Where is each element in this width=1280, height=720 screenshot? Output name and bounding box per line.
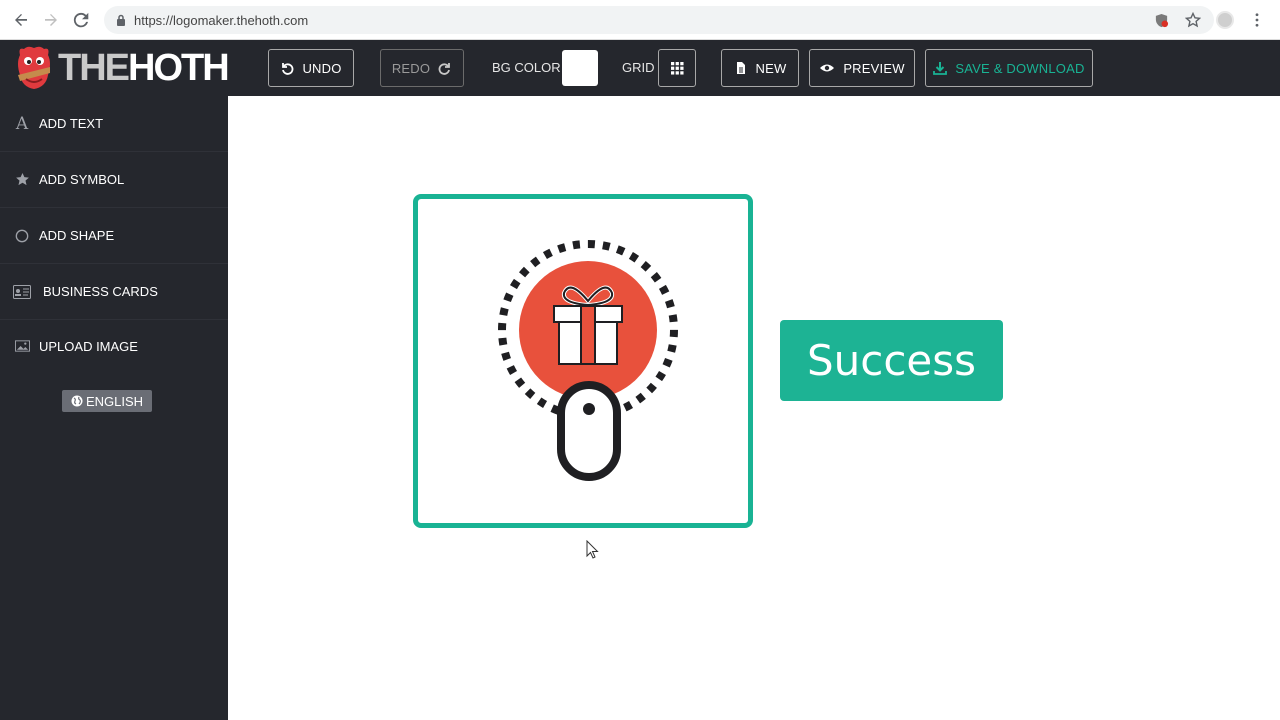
sidebar-item-business-cards[interactable]: BUSINESS CARDS [0, 264, 228, 320]
undo-button[interactable]: UNDO [268, 49, 354, 87]
redo-button[interactable]: REDO [380, 49, 464, 87]
save-download-label: SAVE & DOWNLOAD [955, 60, 1085, 76]
preview-button[interactable]: PREVIEW [809, 49, 915, 87]
thehoth-logo[interactable]: THEHOTH [14, 45, 230, 91]
logo-text-hoth: HOTH [128, 47, 230, 89]
logo-text: THEHOTH [58, 45, 230, 91]
new-button[interactable]: NEW [721, 49, 799, 87]
profile-avatar[interactable] [1216, 11, 1234, 29]
language-selector[interactable]: ENGLISH [62, 390, 152, 412]
logo-text-the: THE [58, 47, 130, 89]
eye-icon [820, 64, 835, 72]
mouse-pointer-icon [586, 540, 599, 559]
app-header: THEHOTH UNDO REDO BG COLOR GRID NEW PREV… [0, 40, 1280, 96]
grid-toggle-button[interactable] [658, 49, 696, 87]
hoth-mascot-icon [18, 46, 50, 89]
circle-outline-icon [13, 227, 31, 245]
back-icon[interactable] [6, 5, 36, 35]
image-icon [13, 337, 31, 355]
forward-icon[interactable] [36, 5, 66, 35]
grid-label: GRID [622, 60, 655, 75]
sidebar-item-add-text[interactable]: A ADD TEXT [0, 96, 228, 152]
url-text: https://logomaker.thehoth.com [134, 12, 309, 28]
sidebar-item-label: ADD SHAPE [39, 228, 115, 243]
redo-icon [438, 63, 451, 75]
grid-icon [670, 61, 684, 75]
sidebar-item-upload-image[interactable]: UPLOAD IMAGE [0, 318, 228, 374]
menu-dots-icon[interactable] [1248, 11, 1266, 29]
undo-label: UNDO [302, 60, 342, 76]
shield-extension-icon[interactable] [1152, 11, 1170, 29]
sidebar: A ADD TEXT ADD SYMBOL ADD SHAPE BUSINESS… [0, 96, 228, 720]
success-text: Success [806, 336, 977, 385]
lock-icon [116, 14, 126, 26]
sidebar-item-label: ADD SYMBOL [39, 172, 125, 187]
document-icon [736, 62, 745, 74]
save-download-button[interactable]: SAVE & DOWNLOAD [925, 49, 1093, 87]
redo-label: REDO [391, 60, 431, 76]
globe-icon [71, 395, 83, 407]
bg-color-label: BG COLOR [492, 60, 561, 75]
new-label: NEW [755, 60, 787, 76]
success-text-box[interactable]: Success [780, 320, 1003, 401]
id-card-icon [13, 283, 31, 301]
sidebar-item-label: BUSINESS CARDS [43, 284, 158, 299]
preview-label: PREVIEW [843, 60, 905, 76]
design-canvas[interactable]: Success [228, 96, 1280, 720]
bg-color-swatch[interactable] [562, 50, 598, 86]
address-bar[interactable]: https://logomaker.thehoth.com [104, 6, 1214, 34]
bookmark-star-icon[interactable] [1184, 11, 1202, 29]
letter-a-icon: A [15, 113, 29, 134]
sidebar-item-label: ADD TEXT [39, 116, 104, 131]
logo-symbol-frame[interactable] [413, 194, 753, 528]
reload-icon[interactable] [66, 5, 96, 35]
sidebar-item-add-shape[interactable]: ADD SHAPE [0, 208, 228, 264]
sidebar-item-label: UPLOAD IMAGE [39, 338, 138, 354]
star-icon [13, 171, 31, 189]
language-label: ENGLISH [85, 393, 144, 409]
browser-toolbar: https://logomaker.thehoth.com [0, 0, 1280, 40]
sidebar-item-add-symbol[interactable]: ADD SYMBOL [0, 152, 228, 208]
undo-icon [282, 63, 294, 75]
download-icon [933, 62, 948, 75]
gift-with-mouse-icon [498, 240, 678, 481]
